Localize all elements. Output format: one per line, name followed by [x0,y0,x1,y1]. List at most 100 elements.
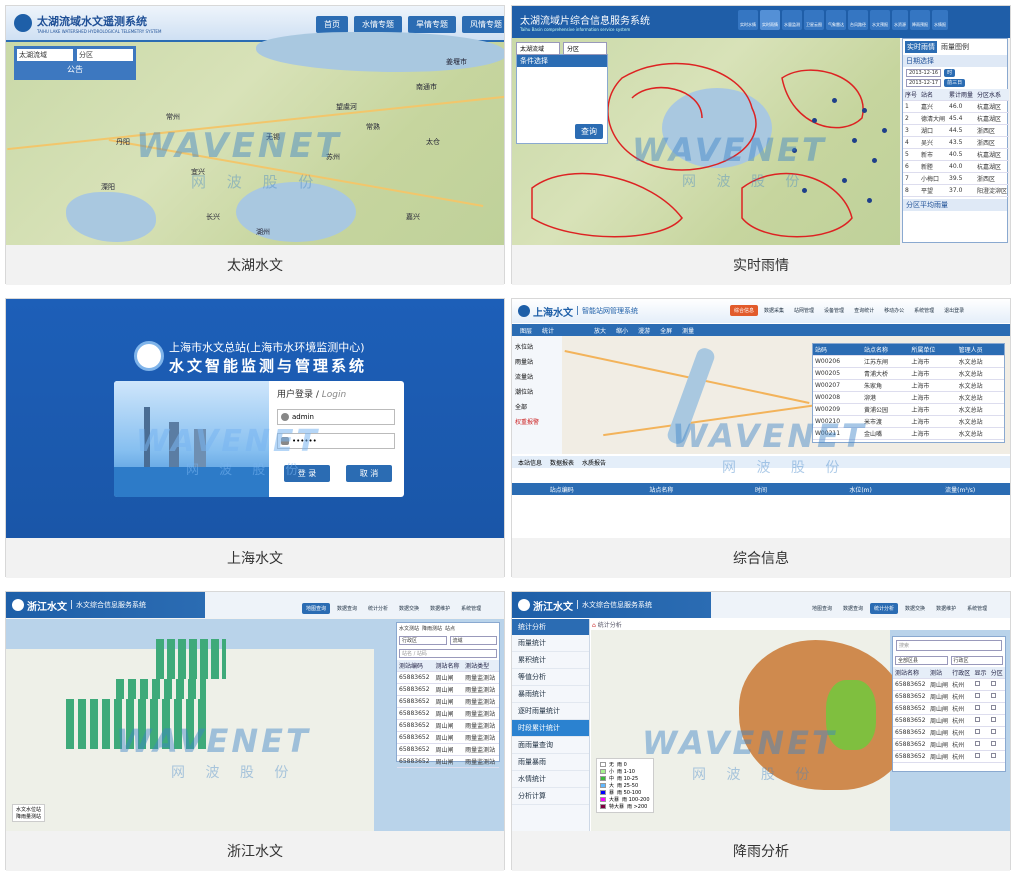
tab[interactable]: 水量监测 [782,10,802,30]
table-row[interactable]: 7 小梅口 39.5 浙西区 [903,172,1010,185]
table-row[interactable]: 65883652 周山闸 杭州 [893,750,1005,763]
tab[interactable]: 统计分析 [364,603,392,614]
table-row[interactable]: 65883652 周山闸 雨量监测站 [397,671,499,684]
tab[interactable]: 数据交换 [901,603,929,614]
check-hydro[interactable]: 水文测站 [399,625,419,632]
table-row[interactable]: 4 吴兴 43.5 浙西区 [903,136,1010,149]
hour-button[interactable]: 时 [944,69,956,77]
table-row[interactable]: W00206 江苏东闸 上海市 水文总站 [813,355,1004,368]
table-row[interactable]: W00205 青浦大桥 上海市 水文总站 [813,367,1004,380]
row-checkbox[interactable] [988,738,1005,751]
tab[interactable]: 数据采集 [760,305,788,316]
search-input[interactable]: 站名 / 站码 [399,649,497,658]
tab[interactable]: 降雨预报 [910,10,930,30]
layer-item[interactable]: 雨量站 [515,354,559,369]
table-row[interactable]: 3 湖口 44.5 浙西区 [903,124,1010,137]
row-checkbox[interactable] [972,702,989,715]
tab[interactable]: 系统管理 [457,603,485,614]
card-integrated[interactable]: 上海水文 | 智能站网管理系统 综合信息 数据采集 站网管理 设备管理 查询统计… [511,298,1011,578]
side-menu-item[interactable]: 等值分析 [512,669,589,686]
tab-home[interactable]: 首页 [316,16,348,33]
card-taihu[interactable]: 太湖流域水文遥测系统 TAIHU LAKE WATERSHED HYDROLOG… [5,5,505,285]
tab[interactable]: 卫星云图 [804,10,824,30]
row-checkbox[interactable] [972,726,989,739]
table-row[interactable]: W00209 黄浦公园 上海市 水文总站 [813,403,1004,416]
table-row[interactable]: 8 平望 37.0 阳澄淀泖区 [903,184,1010,197]
tab[interactable]: 综合信息 [730,305,759,316]
side-menu-item[interactable]: 暴雨统计 [512,686,589,703]
tab-layers[interactable]: 图层 [520,326,532,335]
layer-item[interactable]: 全部 [515,399,559,414]
side-menu-item[interactable]: 面雨量查询 [512,737,589,754]
query-button[interactable]: 查询 [575,124,603,139]
row-checkbox[interactable] [988,678,1005,691]
tab[interactable]: 系统管理 [910,305,938,316]
basin-select[interactable]: 流域 [449,636,497,645]
row-checkbox[interactable] [988,726,1005,739]
tab-rain-legend[interactable]: 雨量图例 [939,41,971,53]
tab[interactable]: 数据维护 [426,603,454,614]
card-rainfall[interactable]: 太湖流域片综合信息服务系统 Taihu Basin comprehensive … [511,5,1011,285]
table-row[interactable]: 65883652 周山闸 杭州 [893,726,1005,739]
layer-item[interactable]: 权重报警 [515,414,559,429]
search-input[interactable]: 搜索 [896,640,1002,651]
tab[interactable]: 水资源 [892,10,908,30]
tab[interactable]: 地图查询 [808,603,836,614]
basin-select[interactable]: 太湖流域 [17,49,73,61]
table-row[interactable]: 2 德清大闸 45.4 杭嘉湖区 [903,112,1010,125]
side-menu-item[interactable]: 逐时雨量统计 [512,703,589,720]
tab[interactable]: 水情报 [932,10,948,30]
table-row[interactable]: 65883652 周山闸 杭州 [893,738,1005,751]
tab[interactable]: 数据交换 [395,603,423,614]
tab[interactable]: 数据维护 [932,603,960,614]
side-menu-item[interactable]: 时段累计统计 [512,720,589,737]
side-menu-item[interactable]: 分析计算 [512,788,589,805]
card-shanghai[interactable]: 上海市水文总站(上海市水环境监测中心) 水文智能监测与管理系统 用户登录 / L… [5,298,505,578]
layer-item[interactable]: 流量站 [515,369,559,384]
row-checkbox[interactable] [988,750,1005,763]
row-checkbox[interactable] [988,690,1005,703]
zoom-in-tool[interactable]: 放大 [594,326,606,335]
tab-quality-report[interactable]: 水质报告 [582,458,606,467]
table-row[interactable]: 65883652 周山闸 雨量监测站 [397,707,499,720]
basin-select[interactable]: 太湖流域 [516,42,560,55]
side-menu-item[interactable]: 雨量统计 [512,635,589,652]
tab[interactable]: 退出登录 [940,305,968,316]
table-row[interactable]: 65883652 周山闸 雨量监测站 [397,743,499,756]
tab-water[interactable]: 水情专题 [354,16,402,33]
tab[interactable]: 统计分析 [870,603,899,614]
cancel-button[interactable]: 取 消 [346,465,392,482]
layer-item[interactable]: 水位站 [515,339,559,354]
username-field[interactable]: admin [277,409,395,425]
side-menu-item[interactable]: 累积统计 [512,652,589,669]
table-row[interactable]: 1 嘉兴 46.0 杭嘉湖区 [903,100,1010,113]
table-row[interactable]: 5 新市 40.5 杭嘉湖区 [903,148,1010,161]
table-row[interactable]: 65883652 周山闸 雨量监测站 [397,719,499,732]
tab[interactable]: 实时雨情 [760,10,780,30]
fullscreen-tool[interactable]: 全屏 [660,326,672,335]
tab[interactable]: 台风路径 [848,10,868,30]
layer-item[interactable]: 潮位站 [515,384,559,399]
table-row[interactable]: 65883652 周山闸 雨量监测站 [397,731,499,744]
county-select[interactable]: 全部区县 [895,656,948,665]
pan-tool[interactable]: 漫游 [638,326,650,335]
check-station[interactable]: 站点 [445,625,455,632]
tab[interactable]: 查询统计 [850,305,878,316]
table-row[interactable]: 65883652 周山闸 杭州 [893,714,1005,727]
district-select[interactable]: 分区 [77,49,133,61]
tab[interactable]: 系统管理 [963,603,991,614]
tab-stats[interactable]: 统计 [542,326,554,335]
district-select[interactable]: 分区 [563,42,607,55]
table-row[interactable]: W00208 泖港 上海市 水文总站 [813,391,1004,404]
row-checkbox[interactable] [972,738,989,751]
zoom-out-tool[interactable]: 缩小 [616,326,628,335]
measure-tool[interactable]: 测量 [682,326,694,335]
tab[interactable]: 地图查询 [302,603,331,614]
table-row[interactable]: 65883652 周山闸 雨量监测站 [397,683,499,696]
card-zhejiang[interactable]: 浙江水文 | 水文综合信息服务系统 地图查询 数据查询 统计分析 数据交换 数据… [5,591,505,871]
table-row[interactable]: 65883652 周山闸 雨量监测站 [397,755,499,768]
card-rain-analysis[interactable]: 浙江水文 | 水文综合信息服务系统 地图查询 数据查询 统计分析 数据交换 数据… [511,591,1011,871]
table-row[interactable]: W00207 朱家角 上海市 水文总站 [813,379,1004,392]
tab[interactable]: 移动办公 [880,305,908,316]
tab[interactable]: 站网管理 [790,305,818,316]
